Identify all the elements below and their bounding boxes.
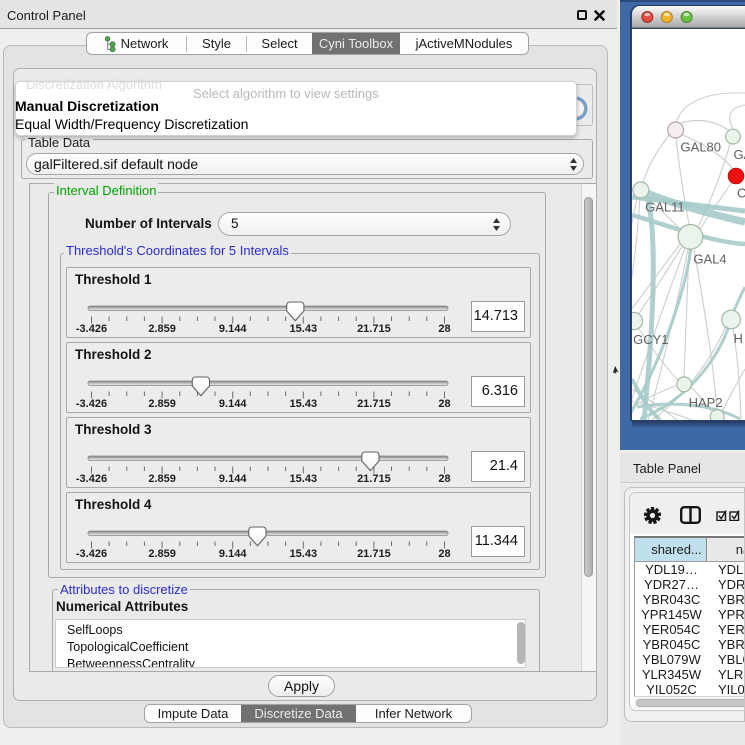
svg-text:GAL11: GAL11 xyxy=(645,200,685,215)
svg-text:H: H xyxy=(734,331,743,346)
svg-text:HAP2: HAP2 xyxy=(689,395,723,410)
svg-text:GAL4: GAL4 xyxy=(693,252,726,267)
svg-text:GCY1: GCY1 xyxy=(633,332,668,347)
svg-text:GAL80: GAL80 xyxy=(681,140,721,155)
svg-text:GA: GA xyxy=(734,147,745,162)
svg-text:C: C xyxy=(737,186,745,201)
